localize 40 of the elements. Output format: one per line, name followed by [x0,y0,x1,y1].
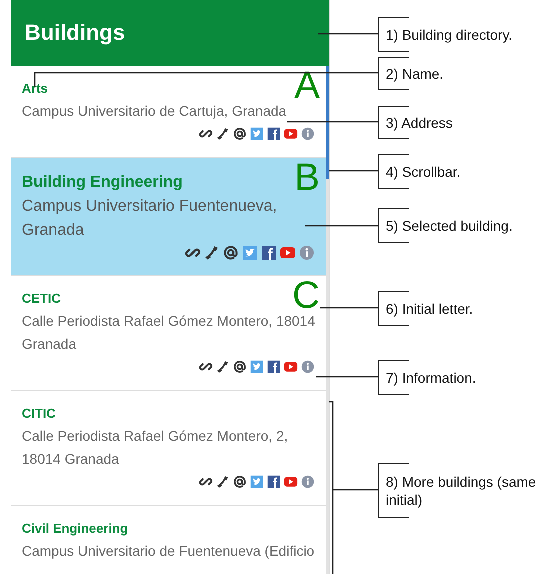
phone-icon[interactable] [216,475,230,489]
initial-letter: B [294,164,320,192]
phone-icon[interactable] [216,360,230,374]
address-text: Campus Universitario de Cartuja, Granada [22,102,288,121]
building-name: CITIC [22,405,56,423]
building-name: Building Engineering [22,173,183,193]
at-sign-icon[interactable] [223,245,239,261]
address-text: Campus Universitario Fuentenueva, Granada [22,197,278,241]
info-icon[interactable] [301,127,315,141]
phone-icon[interactable] [204,245,220,261]
leader-line [320,307,378,309]
at-sign-icon[interactable] [233,127,247,141]
leader-line [316,376,378,378]
facebook-icon[interactable] [267,127,281,141]
video-play-icon[interactable] [284,127,298,141]
video-play-icon[interactable] [280,245,296,261]
info-icon[interactable] [299,245,315,261]
facebook-icon[interactable] [267,475,281,489]
building-name: Civil Engineering [22,520,128,538]
facebook-icon[interactable] [267,360,281,374]
building-name: CETIC [22,290,61,308]
header-title: Buildings [25,20,126,46]
at-sign-icon[interactable] [233,475,247,489]
info-icon[interactable] [301,475,315,489]
leader-line [329,170,378,172]
building-name: Arts [22,80,48,98]
leader-line [318,33,378,35]
video-play-icon[interactable] [284,360,298,374]
scrollbar[interactable] [326,66,329,574]
info-icon[interactable] [301,360,315,374]
phone-icon[interactable] [216,127,230,141]
building-item[interactable]: Building Engineering B Campus Universitario Fuentenueva, Granada [11,158,329,276]
facebook-icon[interactable] [261,245,277,261]
address-text: Calle Periodista Rafael Gómez Montero, 2, 18014 Granada [22,427,290,469]
at-sign-icon[interactable] [233,360,247,374]
initial-letter: C [292,282,320,310]
address-text: Campus Universitario de Fuentenueva (Edificio [22,542,316,561]
initial-letter: A [294,72,320,100]
video-play-icon[interactable] [284,475,298,489]
address-text: Calle Periodista Rafael Gómez Montero, 18014 Granada [22,312,316,354]
